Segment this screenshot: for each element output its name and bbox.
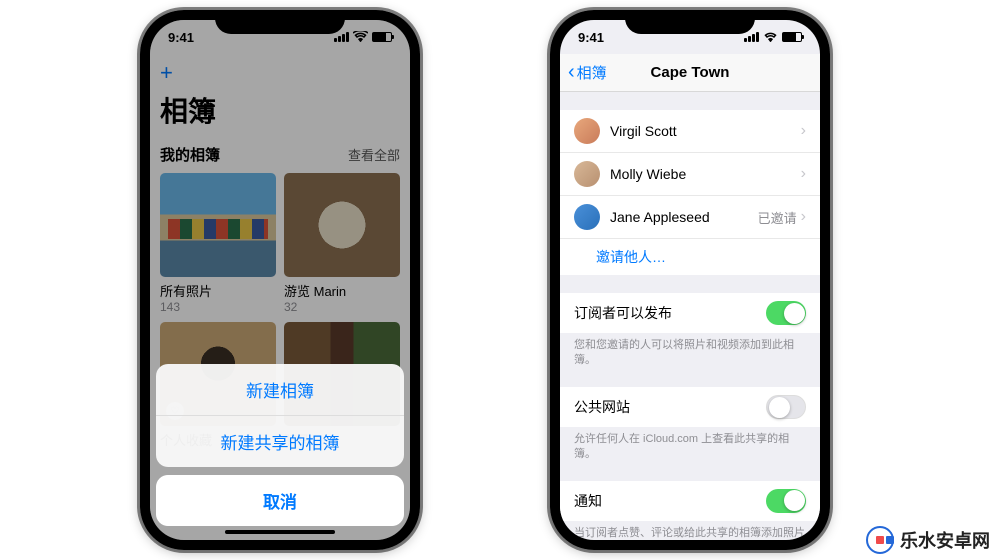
invite-others-button[interactable]: 邀请他人… [560,238,820,275]
album-count: 143 [160,300,276,314]
notch [625,10,755,34]
chevron-left-icon: ‹ [568,61,575,84]
toggle-switch[interactable] [766,489,806,513]
signal-icon [744,32,759,42]
screen-left: 9:41 + 相簿 我的相簿 查看全部 [150,20,410,540]
setting-desc: 允许任何人在 iCloud.com 上查看此共享的相簿。 [560,427,820,463]
time: 9:41 [168,30,194,45]
section-header: 我的相簿 [160,144,220,165]
notifications-toggle-row[interactable]: 通知 [560,481,820,521]
cancel-button[interactable]: 取消 [156,475,404,526]
avatar [574,204,600,230]
person-name: Virgil Scott [610,123,801,139]
phone-left: 9:41 + 相簿 我的相簿 查看全部 [140,10,420,550]
new-shared-album-button[interactable]: 新建共享的相簿 [156,415,404,467]
person-row[interactable]: Virgil Scott › [560,110,820,152]
person-name: Molly Wiebe [610,166,801,182]
avatar [574,161,600,187]
status-icons [744,30,802,45]
person-name: Jane Appleseed [610,209,758,225]
chevron-right-icon: › [801,122,806,140]
status-icons [334,30,392,45]
chevron-right-icon: › [801,165,806,183]
battery-icon [782,32,802,42]
back-button[interactable]: ‹相簿 [568,61,607,84]
setting-desc: 当订阅者点赞、评论或给此共享的相簿添加照片或视频时显示通知。 [560,521,820,540]
public-website-toggle-row[interactable]: 公共网站 [560,387,820,427]
page-title: 相簿 [160,90,400,130]
time: 9:41 [578,30,604,45]
phone-right: 9:41 ‹相簿 Cape Town Virgil Scott › [550,10,830,550]
action-sheet: 新建相簿 新建共享的相簿 取消 [150,358,410,540]
toggle-switch[interactable] [766,395,806,419]
battery-icon [372,32,392,42]
invite-status: 已邀请 [758,208,797,227]
watermark: 乐水安卓网 [866,526,990,554]
album-item[interactable]: 游览 Marin 32 [284,173,400,314]
wifi-icon [763,30,778,45]
subscribers-toggle-row[interactable]: 订阅者可以发布 [560,293,820,333]
view-all-link[interactable]: 查看全部 [348,145,400,164]
person-row[interactable]: Molly Wiebe › [560,152,820,195]
signal-icon [334,32,349,42]
person-row[interactable]: Jane Appleseed 已邀请 › [560,195,820,238]
album-thumb [284,173,400,277]
album-item[interactable]: 所有照片 143 [160,173,276,314]
wifi-icon [353,30,368,45]
watermark-icon [866,526,894,554]
nav-title: Cape Town [651,64,730,81]
add-button[interactable]: + [160,62,400,84]
new-album-button[interactable]: 新建相簿 [156,364,404,415]
album-count: 32 [284,300,400,314]
album-thumb [160,173,276,277]
setting-desc: 您和您邀请的人可以将照片和视频添加到此相簿。 [560,333,820,369]
notch [215,10,345,34]
avatar [574,118,600,144]
chevron-right-icon: › [801,208,806,226]
toggle-switch[interactable] [766,301,806,325]
screen-right: 9:41 ‹相簿 Cape Town Virgil Scott › [560,20,820,540]
nav-bar: ‹相簿 Cape Town [560,54,820,92]
album-name: 所有照片 [160,281,276,300]
home-indicator[interactable] [225,530,335,534]
album-name: 游览 Marin [284,281,400,300]
